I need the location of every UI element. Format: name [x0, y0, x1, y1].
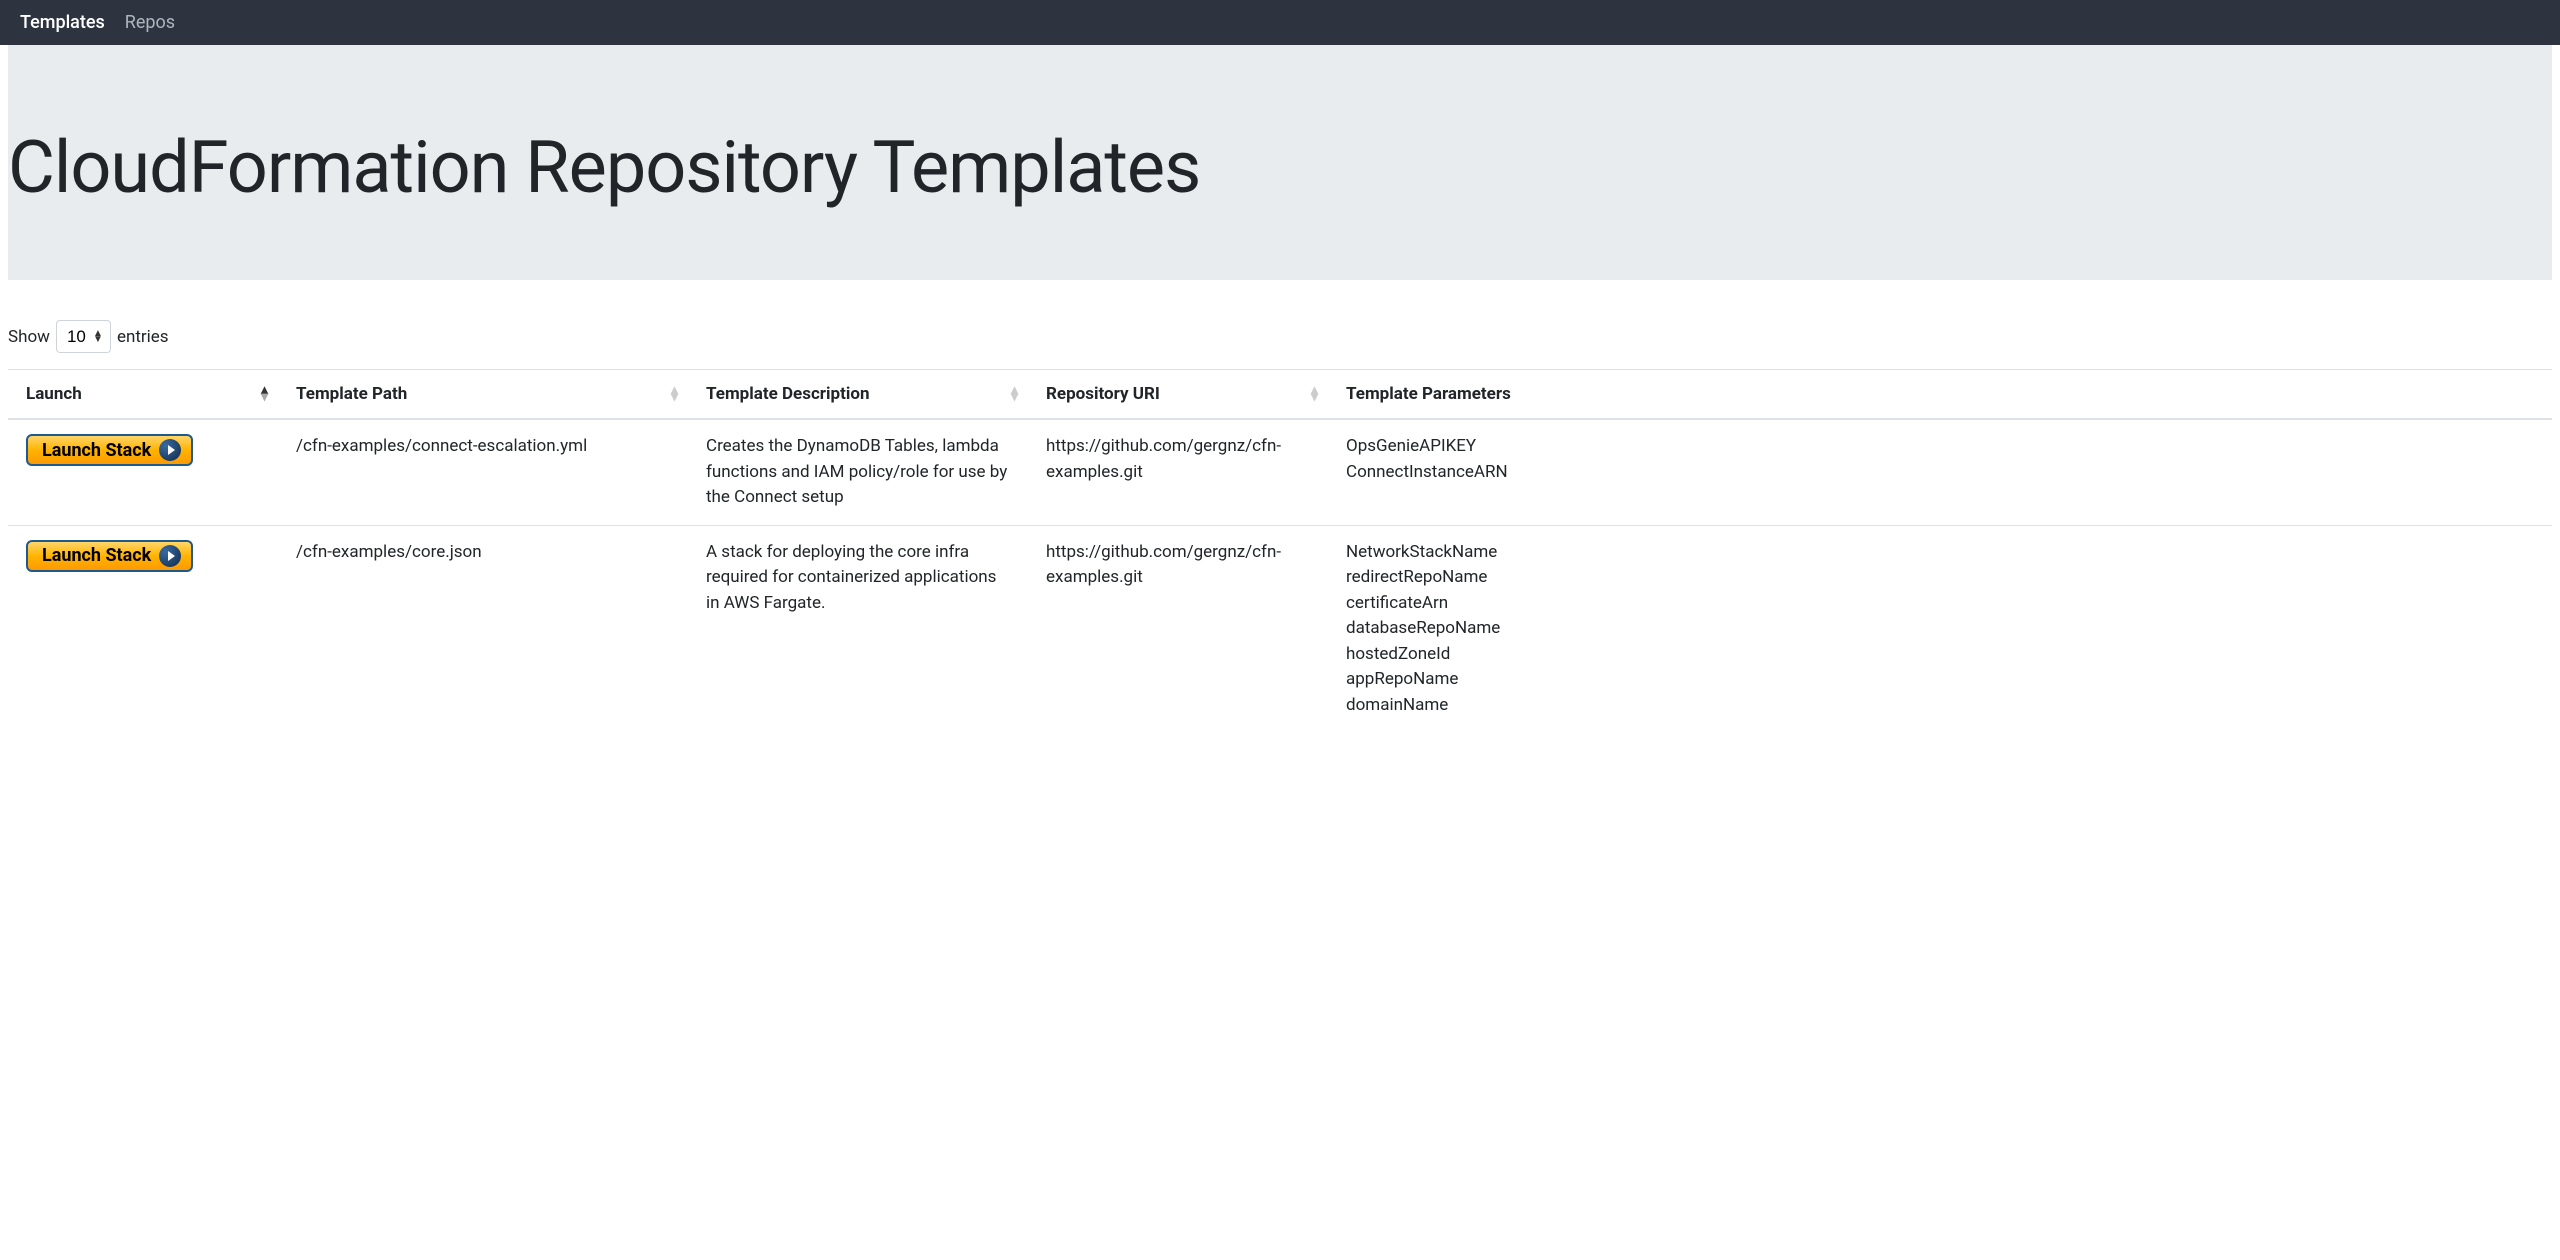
navbar: Templates Repos	[0, 0, 2560, 45]
column-header-template-path[interactable]: Template Path ▴▾	[278, 370, 688, 420]
column-header-repository-uri[interactable]: Repository URI ▴▾	[1028, 370, 1328, 420]
entries-select[interactable]: 10	[56, 320, 111, 353]
parameter-item: certificateArn	[1346, 591, 2534, 617]
sort-icon: ▴▾	[1311, 387, 1318, 401]
sort-icon: ▴▾	[261, 387, 268, 401]
cell-launch: Launch Stack	[8, 419, 278, 525]
parameter-item: hostedZoneId	[1346, 642, 2534, 668]
cell-template-description: Creates the DynamoDB Tables, lambda func…	[688, 419, 1028, 525]
cell-template-parameters: NetworkStackNameredirectRepoNamecertific…	[1328, 525, 2552, 732]
page-title: CloudFormation Repository Templates	[8, 125, 2552, 210]
sort-icon: ▴▾	[1011, 387, 1018, 401]
cell-launch: Launch Stack	[8, 525, 278, 732]
cell-template-parameters: OpsGenieAPIKEYConnectInstanceARN	[1328, 419, 2552, 525]
parameter-item: databaseRepoName	[1346, 616, 2534, 642]
show-label: Show	[8, 327, 50, 347]
launch-stack-button[interactable]: Launch Stack	[26, 540, 193, 572]
play-icon	[159, 439, 181, 461]
parameter-item: NetworkStackName	[1346, 540, 2534, 566]
table-length-control: Show 10 ▲▼ entries	[8, 320, 2552, 353]
parameter-item: ConnectInstanceARN	[1346, 460, 2534, 486]
sort-icon: ▴▾	[671, 387, 678, 401]
nav-link-templates[interactable]: Templates	[20, 12, 105, 33]
table-row: Launch Stack/cfn-examples/core.jsonA sta…	[8, 525, 2552, 732]
launch-button-label: Launch Stack	[42, 440, 151, 461]
parameter-item: redirectRepoName	[1346, 565, 2534, 591]
entries-label: entries	[117, 327, 169, 347]
launch-button-label: Launch Stack	[42, 545, 151, 566]
table-row: Launch Stack/cfn-examples/connect-escala…	[8, 419, 2552, 525]
nav-link-repos[interactable]: Repos	[125, 12, 175, 33]
launch-stack-button[interactable]: Launch Stack	[26, 434, 193, 466]
column-header-template-parameters: Template Parameters	[1328, 370, 2552, 420]
page-header: CloudFormation Repository Templates	[8, 45, 2552, 280]
cell-repository-uri: https://github.com/gergnz/cfn-examples.g…	[1028, 419, 1328, 525]
templates-table: Launch ▴▾ Template Path ▴▾ Template Desc…	[8, 369, 2552, 732]
cell-template-description: A stack for deploying the core infra req…	[688, 525, 1028, 732]
parameter-item: appRepoName	[1346, 667, 2534, 693]
column-header-launch[interactable]: Launch ▴▾	[8, 370, 278, 420]
play-icon	[159, 545, 181, 567]
cell-template-path: /cfn-examples/core.json	[278, 525, 688, 732]
main-content: Show 10 ▲▼ entries Launch ▴▾ Template Pa…	[0, 320, 2560, 732]
parameter-item: domainName	[1346, 693, 2534, 719]
cell-template-path: /cfn-examples/connect-escalation.yml	[278, 419, 688, 525]
column-header-template-description[interactable]: Template Description ▴▾	[688, 370, 1028, 420]
cell-repository-uri: https://github.com/gergnz/cfn-examples.g…	[1028, 525, 1328, 732]
parameter-item: OpsGenieAPIKEY	[1346, 434, 2534, 460]
